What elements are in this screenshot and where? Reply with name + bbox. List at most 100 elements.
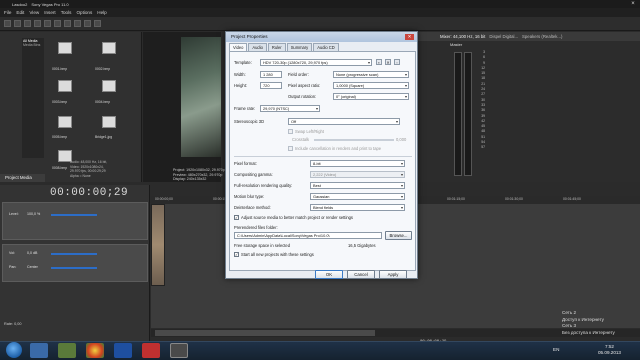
- cancel-button[interactable]: Cancel: [347, 270, 375, 279]
- field-order-select[interactable]: None (progressive scan): [333, 71, 409, 78]
- dialog-title: Project Properties: [226, 32, 417, 42]
- prerender-folder-input[interactable]: C:\Users\Admin\AppData\Local\Sony\Vegas …: [234, 232, 382, 239]
- ruler-label: 00:01:30;00: [505, 197, 523, 201]
- open-icon[interactable]: [14, 20, 21, 27]
- start-button[interactable]: [6, 342, 22, 358]
- template-select[interactable]: HDV 720-30p (1280x720, 29,970 fps): [260, 59, 372, 66]
- menu-view[interactable]: View: [29, 10, 39, 15]
- taskbar-clock[interactable]: 7:52 05.09.2013: [598, 344, 621, 356]
- mixer-device[interactable]: Dispel Digital...: [489, 34, 518, 39]
- menu-tools[interactable]: Tools: [61, 10, 72, 15]
- apply-button[interactable]: Apply: [379, 270, 407, 279]
- frame-rate-label: Frame rate:: [234, 106, 256, 111]
- mixer-device-2[interactable]: Speakers (Realtek...): [522, 34, 562, 39]
- timeline-scrollbar-thumb[interactable]: [155, 330, 375, 336]
- include-cancellation-checkbox[interactable]: [288, 146, 293, 151]
- output-rotation-select[interactable]: 0° (original): [333, 93, 409, 100]
- tab-ruler[interactable]: Ruler: [267, 43, 286, 51]
- template-label: Template:: [234, 60, 252, 65]
- undo-icon[interactable]: [84, 20, 91, 27]
- taskbar-media-icon[interactable]: [142, 343, 160, 358]
- new-project-icon[interactable]: [4, 20, 11, 27]
- window-title-app: Sony Vegas Pro 11.0: [31, 1, 69, 7]
- stereo-label: Stereoscopic 3D: [234, 119, 265, 124]
- media-thumbnail[interactable]: [102, 116, 116, 128]
- start-all-checkbox[interactable]: ✓: [234, 252, 239, 257]
- dialog-close-icon[interactable]: ✕: [405, 34, 414, 40]
- taskbar-photoshop-icon[interactable]: [114, 343, 132, 358]
- taskbar-app-icon[interactable]: [58, 343, 76, 358]
- delete-template-icon[interactable]: ✕: [385, 59, 391, 65]
- compositing-gamma-select[interactable]: 2,222 (Video): [310, 171, 405, 178]
- media-thumbnail[interactable]: [58, 42, 72, 54]
- taskbar-vegas-icon[interactable]: [170, 343, 188, 358]
- track-vol-label: Vol:: [9, 251, 15, 255]
- adjust-source-label: Adjust source media to better match proj…: [241, 215, 353, 220]
- tab-video[interactable]: Video: [229, 43, 248, 51]
- paste-icon[interactable]: [74, 20, 81, 27]
- preview-info: Project: 1920x1080x32, 29.970p Preview: …: [173, 168, 225, 182]
- properties-icon[interactable]: [34, 20, 41, 27]
- motion-blur-select[interactable]: Gaussian: [310, 193, 405, 200]
- track-level-slider[interactable]: [51, 214, 97, 216]
- video-track-header[interactable]: Level: 100,0 %: [2, 202, 148, 240]
- copy-icon[interactable]: [64, 20, 71, 27]
- browse-button[interactable]: Browse...: [385, 231, 412, 240]
- tab-audio-cd[interactable]: Audio CD: [313, 43, 339, 51]
- language-indicator[interactable]: EN: [553, 347, 559, 352]
- network-notification[interactable]: Сеть 2 Доступ к Интернету Сеть 3 Без дос…: [562, 310, 634, 340]
- save-icon[interactable]: [24, 20, 31, 27]
- media-thumbnail[interactable]: [102, 42, 116, 54]
- menu-edit[interactable]: Edit: [16, 10, 24, 15]
- clock-date: 05.09.2013: [598, 350, 621, 355]
- menu-options[interactable]: Options: [76, 10, 92, 15]
- taskbar-chrome-icon[interactable]: [86, 343, 104, 358]
- adjust-source-checkbox[interactable]: ✓: [234, 215, 239, 220]
- pixel-aspect-select[interactable]: 1,0000 (Square): [333, 82, 409, 89]
- menu-help[interactable]: Help: [97, 10, 106, 15]
- pixel-format-select[interactable]: 8-bit: [310, 160, 405, 167]
- deinterlace-select[interactable]: Blend fields: [310, 204, 405, 211]
- media-tree[interactable]: [22, 38, 44, 158]
- render-icon[interactable]: [44, 20, 51, 27]
- height-input[interactable]: 720: [260, 82, 282, 89]
- section-divider: [234, 156, 412, 157]
- save-template-icon[interactable]: ▪: [376, 59, 382, 65]
- tab-audio[interactable]: Audio: [248, 43, 267, 51]
- menu-insert[interactable]: Insert: [44, 10, 56, 15]
- cut-icon[interactable]: [54, 20, 61, 27]
- taskbar-explorer-icon[interactable]: [30, 343, 48, 358]
- audio-track-header[interactable]: Vol: 0,0 dB Pan: Center: [2, 244, 148, 282]
- media-file-name: 0001.bmp: [52, 67, 68, 71]
- media-tree-root[interactable]: All Media Media Bins: [23, 39, 40, 47]
- mixer-header: Mixer: 44,100 Hz, 16 bit Dispel Digital.…: [418, 32, 640, 41]
- match-media-icon[interactable]: ▫: [394, 59, 400, 65]
- track-pan-slider[interactable]: [51, 267, 97, 269]
- video-preview-frame: [181, 37, 221, 157]
- crosstalk-value: 0,000: [396, 137, 407, 142]
- width-input[interactable]: 1 280: [260, 71, 282, 78]
- field-order-label: Field order:: [288, 72, 309, 77]
- close-window-icon[interactable]: ×: [630, 0, 636, 8]
- media-thumbnail[interactable]: [58, 116, 72, 128]
- stereo-mode-select[interactable]: Off: [288, 118, 400, 125]
- ok-button[interactable]: OK: [315, 270, 343, 279]
- crosstalk-slider[interactable]: [314, 139, 394, 141]
- media-thumbnail[interactable]: [58, 80, 72, 92]
- tab-project-media[interactable]: Project Media: [0, 174, 45, 182]
- timeline-clip[interactable]: [151, 204, 165, 286]
- dialog-body: Template: HDV 720-30p (1280x720, 29,970 …: [229, 51, 416, 271]
- redo-icon[interactable]: [94, 20, 101, 27]
- ruler-label: 00:00:00;00: [155, 197, 173, 201]
- swap-left-right-checkbox[interactable]: [288, 129, 293, 134]
- track-vol-slider[interactable]: [51, 253, 97, 255]
- full-res-quality-select[interactable]: Best: [310, 182, 405, 189]
- tab-summary[interactable]: Summary: [286, 43, 313, 51]
- frame-rate-select[interactable]: 29,970 (NTSC): [260, 105, 320, 112]
- prerender-folder-label: Prerendered files folder:: [234, 225, 278, 230]
- media-thumbnail[interactable]: [102, 80, 116, 92]
- preview-display-line: Display: 240x135x32: [173, 177, 207, 182]
- main-toolbar: [0, 17, 640, 31]
- menu-file[interactable]: File: [4, 10, 11, 15]
- master-meter-right: [464, 52, 472, 176]
